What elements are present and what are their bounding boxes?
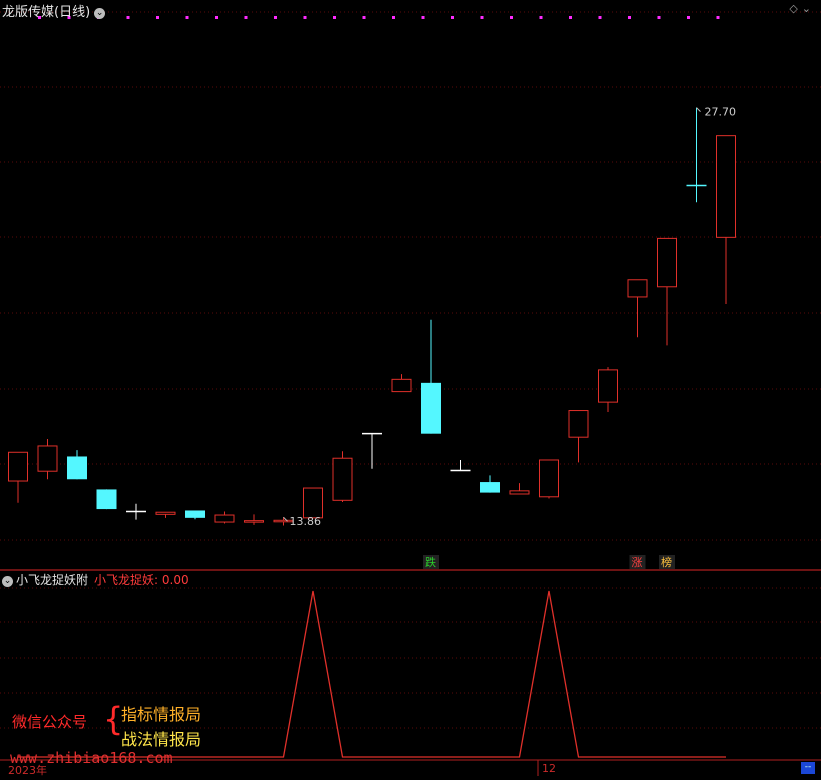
chart-stage: 27.70 13.86 跌 涨 榜 [0, 0, 821, 776]
high-label: 27.70 [705, 106, 737, 119]
top-marker-4 [156, 16, 159, 19]
top-marker-11 [362, 16, 366, 19]
signal-tag-2: 榜 [661, 555, 672, 569]
top-marker-15 [480, 16, 484, 19]
candle-body-10 [303, 487, 323, 519]
top-marker-14 [451, 16, 454, 19]
low-label: 13.86 [290, 515, 322, 528]
signal-tag-0: 跌 [425, 555, 436, 569]
watermark-line-1: 指标情报局 [121, 705, 202, 724]
top-marker-13 [421, 16, 425, 19]
candle-body-17 [509, 490, 530, 495]
candle-body-6 [185, 510, 205, 518]
top-marker-6 [215, 16, 218, 19]
candle-body-23 [686, 184, 707, 187]
top-marker-22 [687, 16, 690, 19]
top-marker-8 [274, 16, 277, 19]
top-marker-16 [510, 16, 513, 19]
candle-body-3 [96, 489, 117, 510]
top-marker-10 [333, 16, 336, 19]
candle-body-21 [627, 279, 648, 298]
stock-title: 龙版传媒(日线) [2, 5, 91, 20]
top-marker-9 [303, 16, 307, 19]
top-marker-23 [716, 16, 720, 19]
wechat-label: 微信公众号 [12, 713, 88, 731]
candle-body-16 [480, 482, 500, 493]
diamond-icon[interactable]: ◇⌄ [789, 2, 815, 15]
top-marker-21 [657, 16, 661, 19]
top-marker-17 [539, 16, 543, 19]
candle-body-2 [67, 456, 87, 480]
kline-chart: 27.70 13.86 跌 涨 榜 [0, 11, 821, 776]
candle-body-18 [539, 459, 559, 498]
signal-tag-1: 涨 [632, 556, 643, 569]
candle-body-0 [8, 451, 28, 482]
candle-body-24 [716, 135, 736, 238]
top-marker-7 [244, 16, 248, 19]
candle-body-7 [214, 514, 235, 523]
candle-body-8 [244, 520, 264, 523]
top-marker-5 [185, 16, 189, 19]
top-marker-18 [569, 16, 572, 19]
indicator-header: ⌄ 小飞龙捉妖附 小飞龙捉妖: 0.00 [2, 573, 189, 587]
indicator-value: 0.00 [161, 573, 189, 587]
indicator-series-name: 小飞龙捉妖 [94, 573, 155, 587]
chart-title: 龙版传媒(日线) ⌄ [2, 1, 106, 20]
top-marker-19 [598, 16, 602, 19]
high-label-arrow [696, 107, 701, 112]
corner-button[interactable]: -- [801, 762, 815, 774]
candle-body-11 [332, 457, 353, 501]
candle-body-1 [37, 445, 58, 472]
candle-body-19 [568, 410, 589, 438]
x-label-12: 12 [542, 762, 556, 775]
top-marker-12 [392, 16, 395, 19]
top-marker-3 [126, 16, 130, 19]
indicator-menu-icon[interactable]: ⌄ [2, 576, 13, 587]
candle-body-13 [391, 378, 412, 393]
watermark-line-2: 战法情报局 [121, 730, 202, 749]
candle-body-5 [155, 511, 176, 515]
chevron-down-icon[interactable]: ⌄ [94, 8, 106, 19]
candle-body-14 [421, 382, 441, 434]
top-marker-20 [628, 16, 631, 19]
candle-body-22 [657, 237, 677, 288]
candle-body-20 [598, 369, 618, 403]
indicator-name: 小飞龙捉妖附 [16, 573, 89, 587]
